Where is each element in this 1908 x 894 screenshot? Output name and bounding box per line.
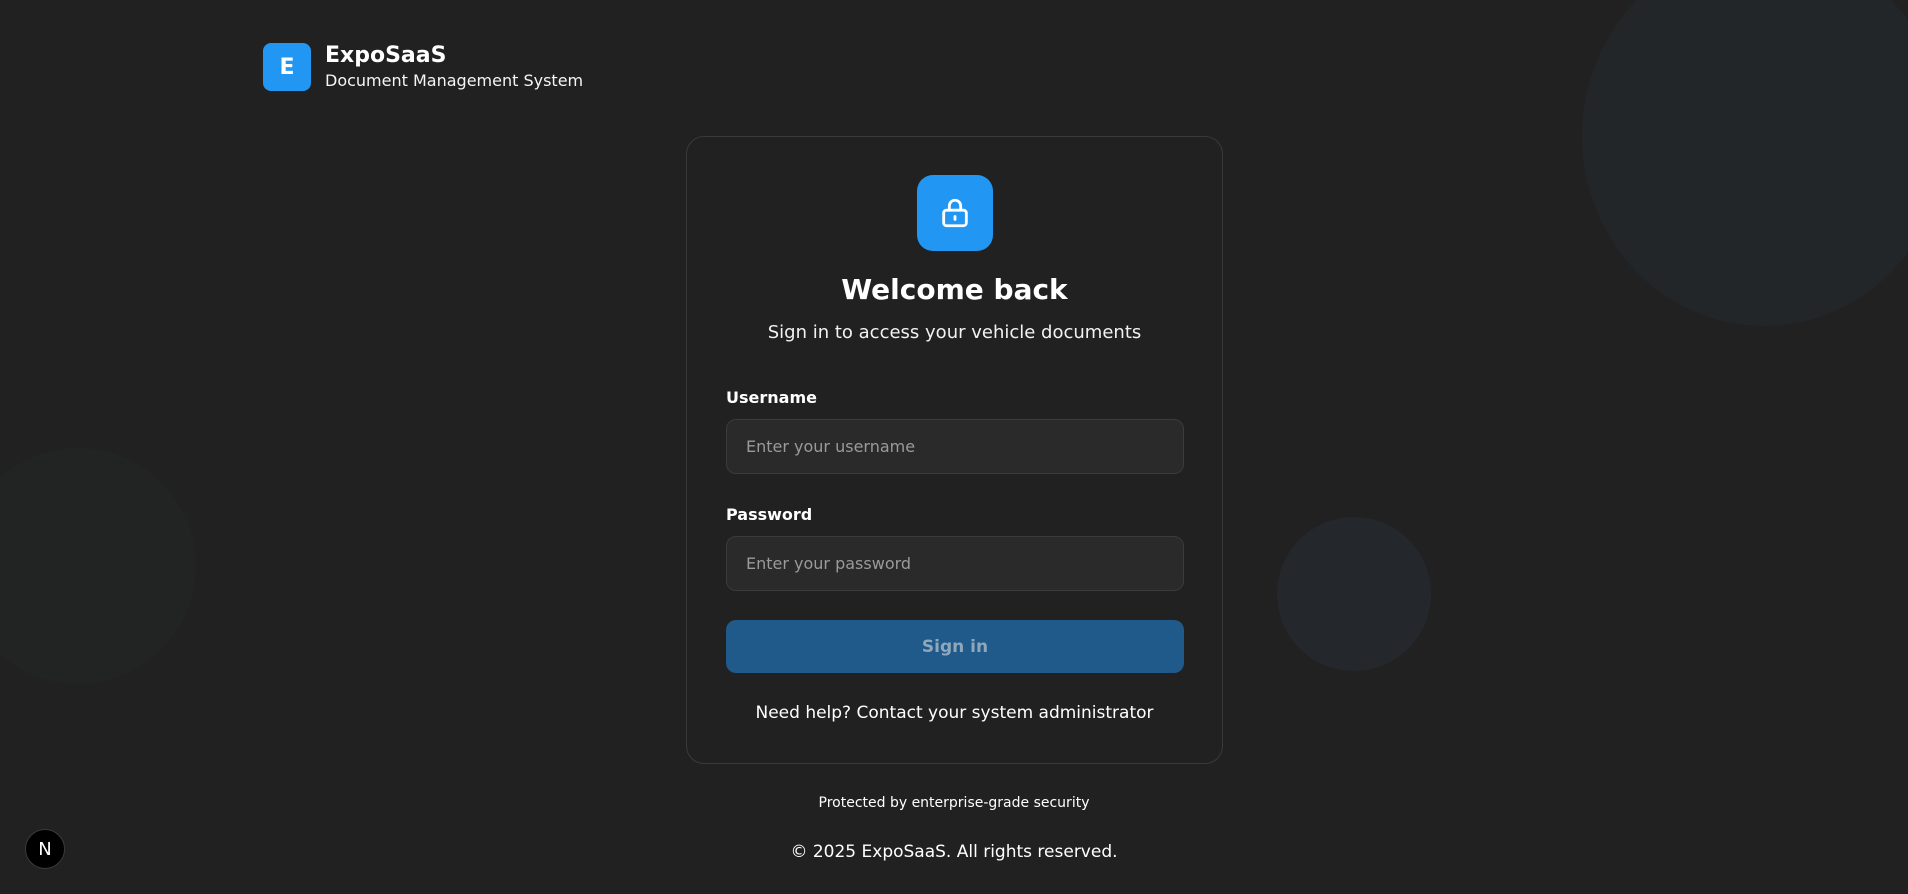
username-label: Username <box>726 388 817 407</box>
brand-name: ExpoSaaS <box>325 43 447 68</box>
copyright: © 2025 ExpoSaaS. All rights reserved. <box>790 842 1118 862</box>
decorative-circle-right <box>1277 517 1431 671</box>
lock-icon <box>917 175 993 251</box>
login-title: Welcome back <box>841 273 1068 306</box>
n-badge-button[interactable]: N <box>25 829 65 869</box>
contact-admin-link[interactable]: Contact your system administrator <box>857 703 1154 723</box>
sign-in-button[interactable]: Sign in <box>726 620 1184 673</box>
brand-logo: E <box>263 43 311 91</box>
brand-subtitle: Document Management System <box>325 71 584 90</box>
login-subtitle: Sign in to access your vehicle documents <box>767 322 1142 343</box>
help-prefix: Need help? <box>755 703 857 723</box>
decorative-circle-left <box>0 448 196 684</box>
decorative-circle-top-right <box>1582 0 1908 326</box>
password-label: Password <box>726 505 813 524</box>
password-input[interactable] <box>726 536 1184 591</box>
brand-header: E ExpoSaaS Document Management System <box>263 42 583 92</box>
username-input[interactable] <box>726 419 1184 474</box>
login-page: E ExpoSaaS Document Management System We… <box>0 0 1908 894</box>
security-note: Protected by enterprise-grade security <box>818 795 1090 811</box>
help-text: Need help? Contact your system administr… <box>687 703 1222 723</box>
brand-text: ExpoSaaS Document Management System <box>325 42 583 92</box>
login-card: Welcome back Sign in to access your vehi… <box>686 136 1223 764</box>
